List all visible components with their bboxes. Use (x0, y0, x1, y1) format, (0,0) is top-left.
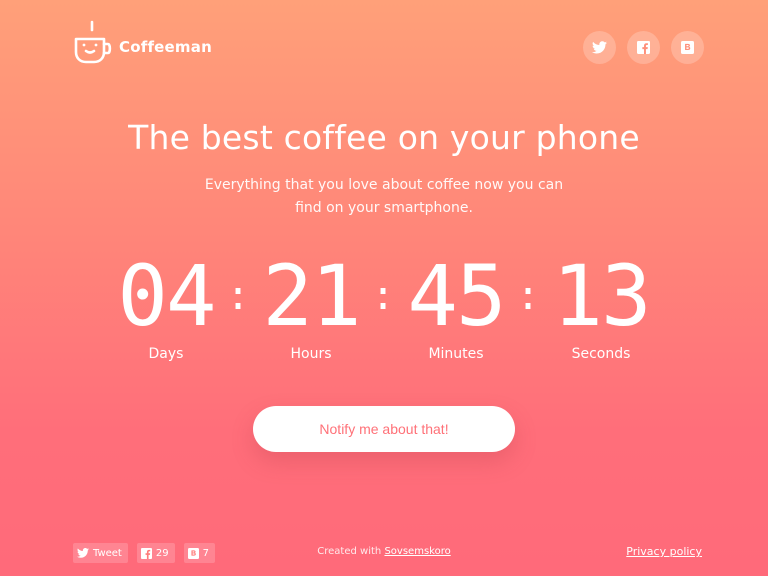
facebook-icon (637, 41, 650, 54)
vk-icon (681, 41, 694, 54)
minutes-label: Minutes (428, 346, 484, 362)
seconds-label: Seconds (571, 346, 631, 362)
countdown-seconds: 13 Seconds (536, 252, 666, 362)
days-label: Days (148, 346, 184, 362)
vk-button[interactable] (671, 31, 704, 64)
credit-text: Created with (317, 546, 382, 557)
countdown-timer: 04 Days : 21 Hours : 45 Minutes : 13 Sec… (0, 252, 768, 364)
social-links (583, 31, 704, 64)
hours-value: 21 (262, 247, 361, 345)
seconds-value: 13 (552, 247, 651, 345)
subtitle-line-2: find on your smartphone. (295, 200, 473, 216)
facebook-button[interactable] (627, 31, 660, 64)
credit-link[interactable]: Sovsemskoro (384, 546, 450, 557)
countdown-minutes: 45 Minutes (391, 252, 521, 362)
minutes-value: 45 (407, 247, 506, 345)
notify-button[interactable]: Notify me about that! (253, 406, 515, 452)
twitter-icon (592, 41, 607, 54)
countdown-days: 04 Days (101, 252, 231, 362)
page-title: The best coffee on your phone (128, 118, 640, 157)
coffee-cup-icon (74, 20, 112, 64)
twitter-button[interactable] (583, 31, 616, 64)
subtitle-line-1: Everything that you love about coffee no… (204, 177, 564, 193)
privacy-policy-link[interactable]: Privacy policy (626, 545, 702, 558)
brand-logo[interactable]: Coffeeman (74, 20, 212, 64)
countdown-hours: 21 Hours (246, 252, 376, 362)
hours-label: Hours (290, 346, 332, 362)
days-value: 04 (117, 247, 216, 345)
brand-name: Coffeeman (119, 38, 212, 56)
page-subtitle: Everything that you love about coffee no… (0, 174, 768, 220)
